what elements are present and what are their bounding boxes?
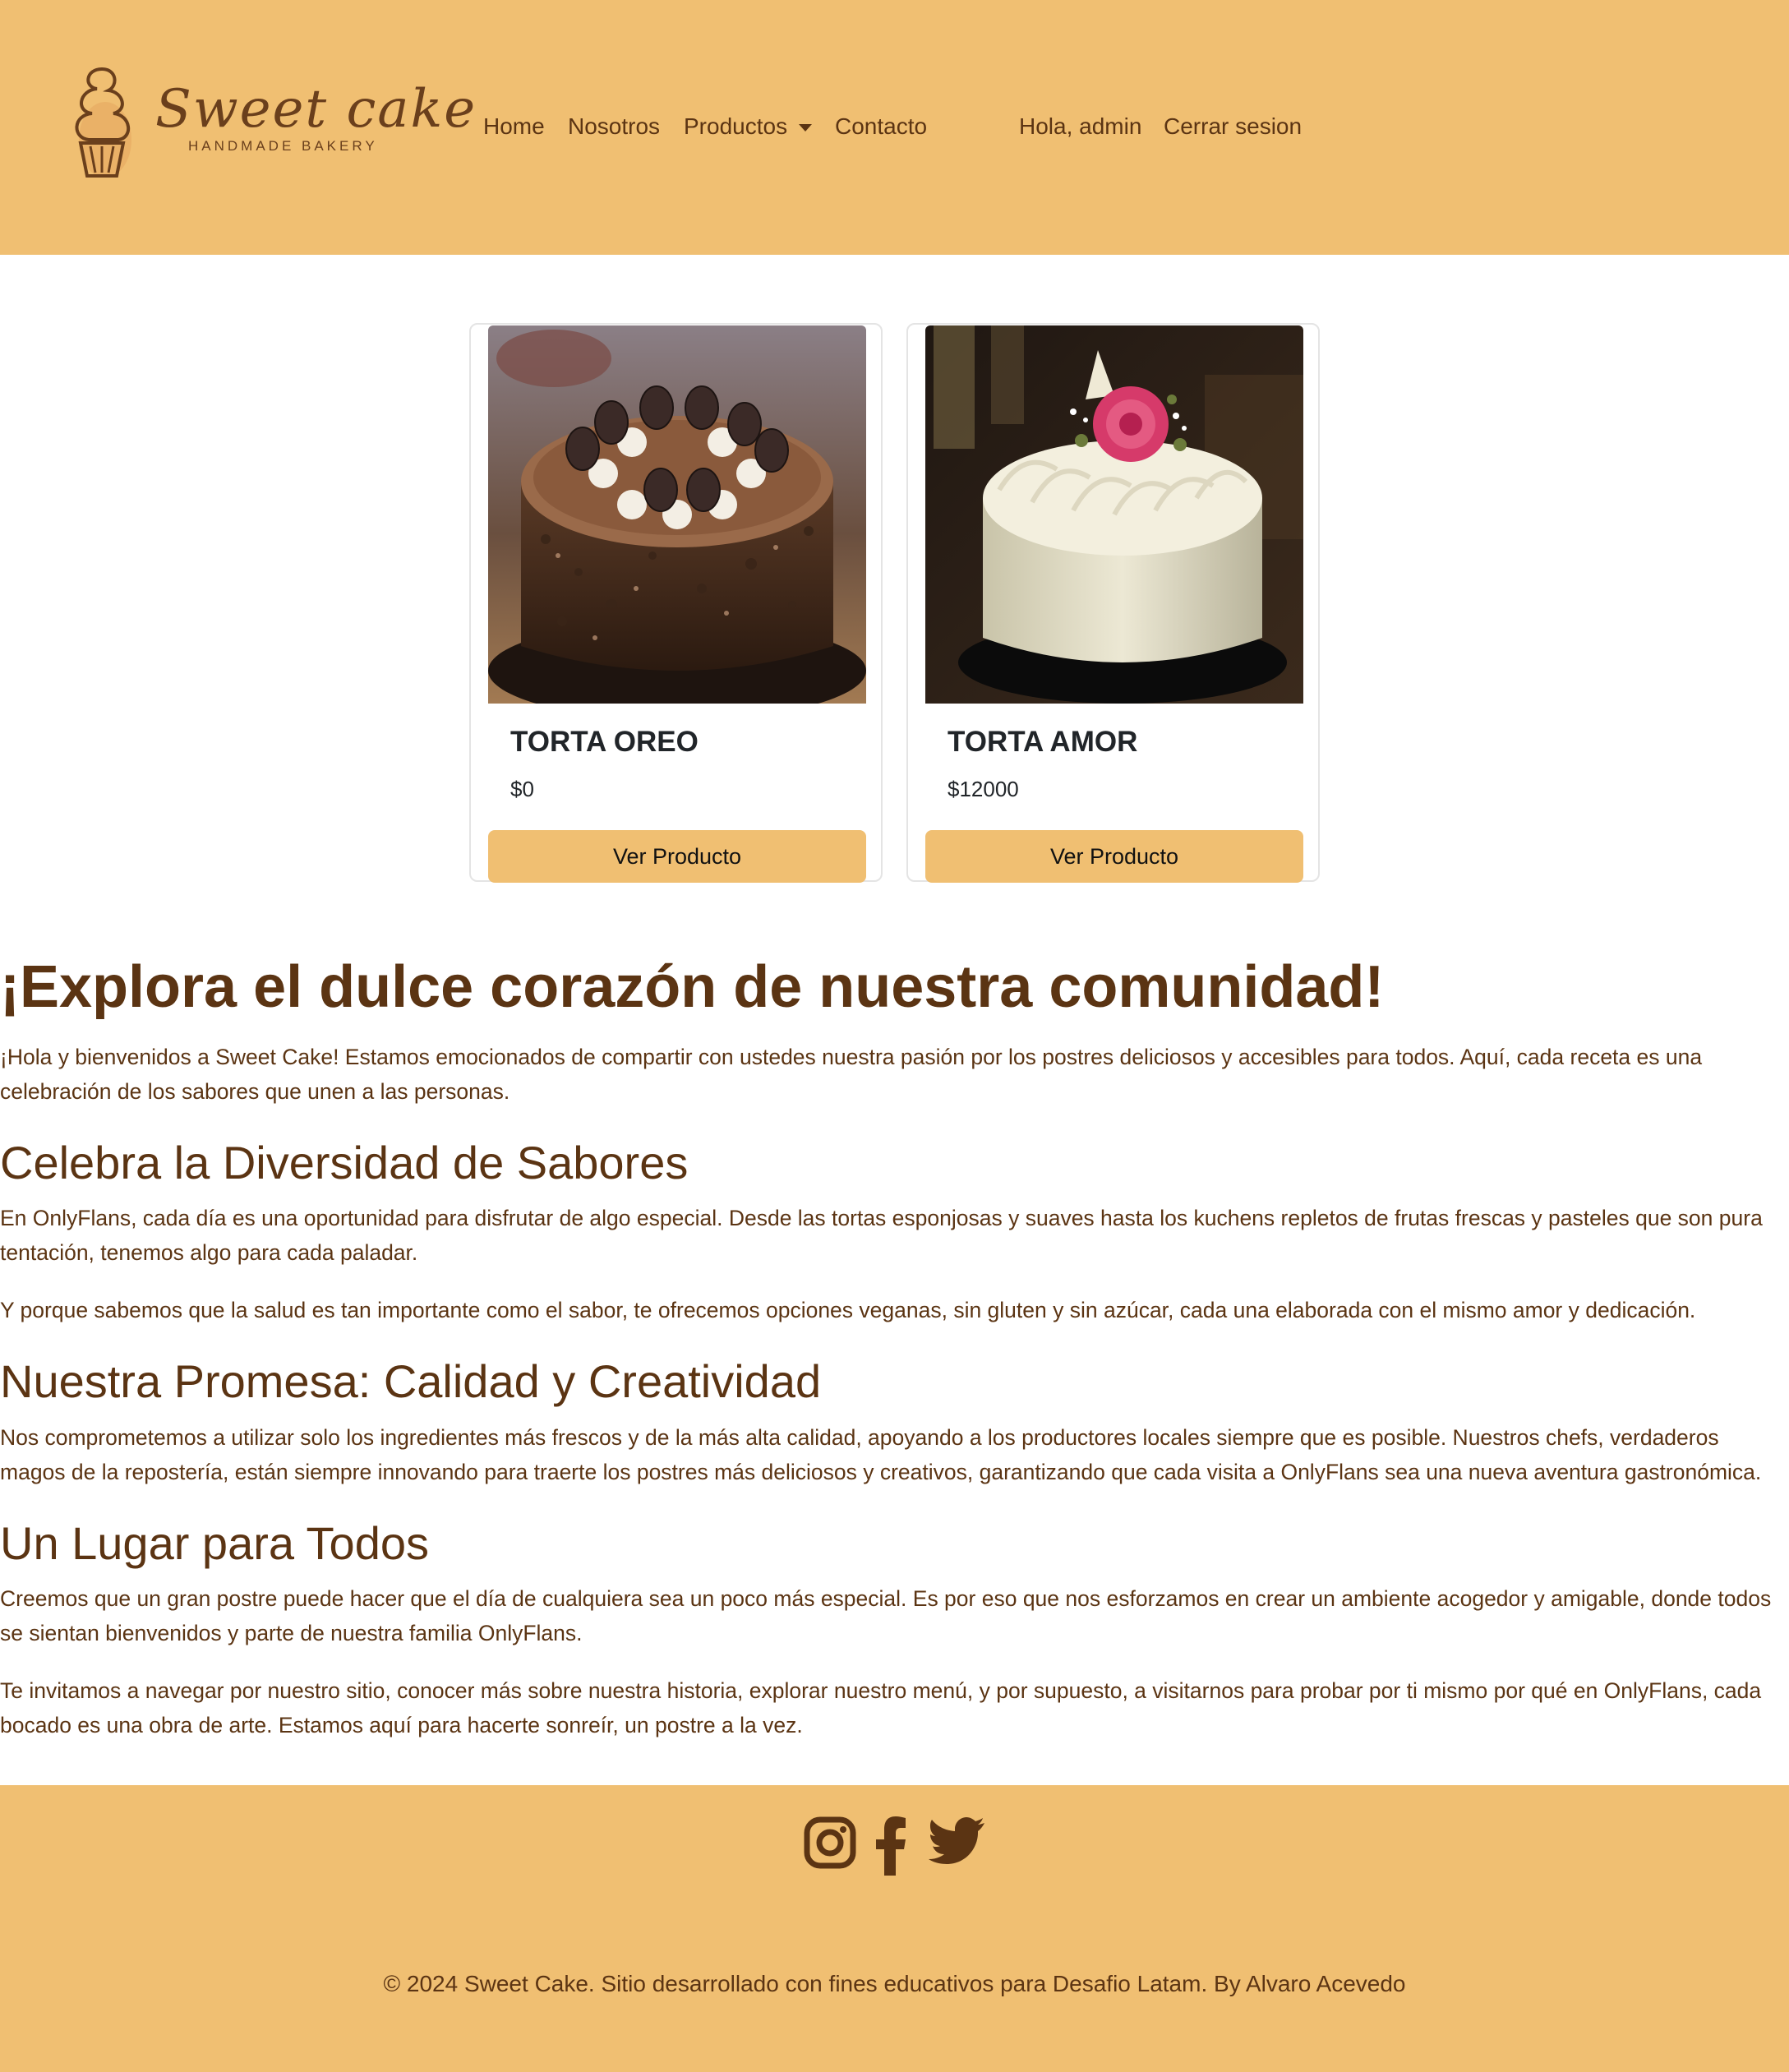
chevron-down-icon bbox=[799, 124, 813, 132]
section-heading-promise: Nuestra Promesa: Calidad y Creatividad bbox=[0, 1355, 822, 1408]
product-card: TORTA OREO $0 Ver Producto bbox=[469, 323, 883, 883]
product-price: $0 bbox=[510, 777, 534, 801]
site-header: Sweet cake HANDMADE BAKERY Home Nosotros… bbox=[0, 0, 1789, 255]
section-heading-place: Un Lugar para Todos bbox=[0, 1516, 429, 1569]
flavors-paragraph: En OnlyFlans, cada día es una oportunida… bbox=[0, 1206, 1763, 1266]
product-image-love-cake bbox=[925, 325, 1303, 704]
brand-name: Sweet cake bbox=[155, 79, 477, 140]
product-card: TORTA AMOR $12000 Ver Producto bbox=[906, 323, 1320, 883]
facebook-icon[interactable] bbox=[874, 1816, 907, 1876]
community-section: ¡Explora el dulce corazón de nuestra com… bbox=[0, 953, 1789, 1765]
product-title: TORTA AMOR bbox=[948, 726, 1138, 758]
section-heading-flavors: Celebra la Diversidad de Sabores bbox=[0, 1136, 689, 1188]
intro-paragraph: ¡Hola y bienvenidos a Sweet Cake! Estamo… bbox=[0, 1044, 1703, 1104]
health-paragraph: Y porque sabemos que la salud es tan imp… bbox=[0, 1298, 1696, 1323]
nav-products-label: Productos bbox=[684, 113, 788, 139]
site-footer: © 2024 Sweet Cake. Sitio desarrollado co… bbox=[0, 1785, 1789, 2072]
promise-paragraph: Nos comprometemos a utilizar solo los in… bbox=[0, 1424, 1762, 1484]
cupcake-icon bbox=[75, 67, 131, 178]
nav-greeting[interactable]: Hola, admin bbox=[1019, 113, 1141, 140]
nav-logout[interactable]: Cerrar sesion bbox=[1164, 113, 1302, 140]
place-paragraph: Creemos que un gran postre puede hacer q… bbox=[0, 1585, 1772, 1645]
invitation-paragraph: Te invitamos a navegar por nuestro sitio… bbox=[0, 1677, 1762, 1737]
nav-contact[interactable]: Contacto bbox=[835, 113, 927, 140]
view-product-button[interactable]: Ver Producto bbox=[488, 830, 866, 883]
nav-home[interactable]: Home bbox=[483, 113, 545, 140]
product-image-oreo-cake bbox=[488, 325, 866, 704]
view-product-button[interactable]: Ver Producto bbox=[925, 830, 1303, 883]
twitter-icon[interactable] bbox=[929, 1816, 986, 1866]
product-title: TORTA OREO bbox=[510, 726, 699, 758]
brand-logo[interactable]: Sweet cake HANDMADE BAKERY bbox=[69, 64, 475, 187]
page-title: ¡Explora el dulce corazón de nuestra com… bbox=[0, 954, 1385, 1020]
footer-copyright: © 2024 Sweet Cake. Sitio desarrollado co… bbox=[383, 1971, 1406, 1996]
product-price: $12000 bbox=[948, 777, 1019, 801]
nav-products-dropdown[interactable]: Productos bbox=[684, 113, 813, 140]
brand-tagline: HANDMADE BAKERY bbox=[188, 138, 378, 154]
instagram-icon[interactable] bbox=[804, 1816, 856, 1869]
nav-about[interactable]: Nosotros bbox=[568, 113, 660, 140]
